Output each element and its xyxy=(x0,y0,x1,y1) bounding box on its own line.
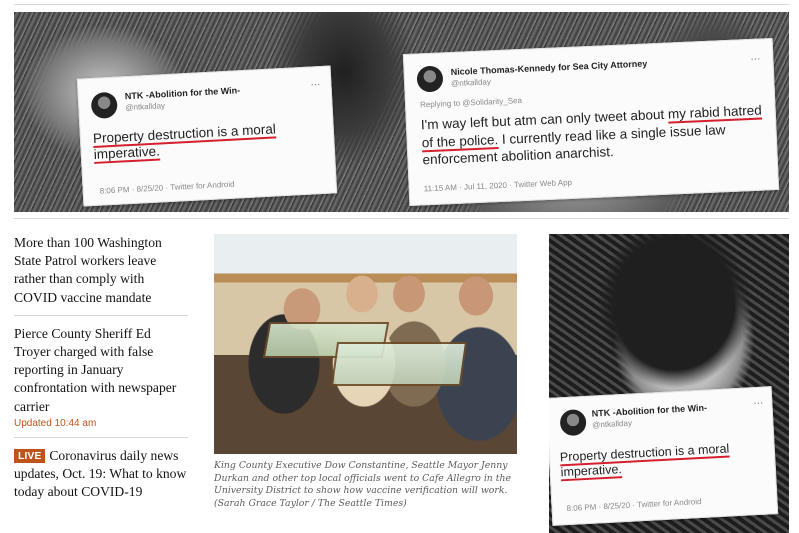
tweet-underlined-text: Property destruction is a moral imperati… xyxy=(559,441,730,480)
headline-link-wsp[interactable]: More than 100 Washington State Patrol wo… xyxy=(14,234,188,307)
portrait-collage-image[interactable]: NTK -Abolition for the Win- @ntkallday ·… xyxy=(549,234,789,533)
headline-divider xyxy=(14,436,188,438)
live-badge: LIVE xyxy=(14,448,46,463)
hero-divider xyxy=(14,218,789,219)
headline-link-covid-live[interactable]: LIVE Coronavirus daily news updates, Oct.… xyxy=(14,447,188,502)
tweet-author-handle: @ntkallday xyxy=(125,101,166,113)
tweet-author-handle: @ntkallday xyxy=(592,418,633,430)
tweet-underlined-text: Property destruction is a moral imperati… xyxy=(92,121,277,163)
avatar xyxy=(416,65,444,93)
tweet-body: Property destruction is a moral imperati… xyxy=(93,119,324,163)
tweet-author-name: NTK -Abolition for the Win- xyxy=(124,85,241,102)
cafe-photo[interactable] xyxy=(214,234,517,454)
tweet-body: I'm way left but atm can only tweet abou… xyxy=(421,101,768,169)
tweet-card-right: Nicole Thomas-Kennedy for Sea City Attor… xyxy=(402,38,780,206)
headline-divider xyxy=(14,314,188,316)
more-dots-icon: ··· xyxy=(750,53,761,65)
tweet-meta: 11:15 AM · Jul 11, 2020 · Twitter Web Ap… xyxy=(423,177,573,194)
tweet-card-left: NTK -Abolition for the Win- @ntkallday ·… xyxy=(76,65,338,207)
tweet-body: Property destruction is a moral imperati… xyxy=(560,439,771,480)
tweet-card-portrait: NTK -Abolition for the Win- @ntkallday ·… xyxy=(549,386,779,526)
avatar xyxy=(559,408,587,437)
more-dots-icon: ··· xyxy=(753,397,764,410)
tweet-author-name: Nicole Thomas-Kennedy for Sea City Attor… xyxy=(450,58,648,78)
tweet-meta: 8:06 PM · 8/25/20 · Twitter for Android xyxy=(566,497,702,514)
hero-collage-image[interactable]: NTK -Abolition for the Win- @ntkallday ·… xyxy=(14,12,789,212)
photo-table xyxy=(330,342,468,386)
tweet-replying-to: Replying to @Solidarity_Sea xyxy=(419,95,523,110)
updated-timestamp: Updated 10:44 am xyxy=(14,417,97,429)
tweet-author-handle: @ntkallday xyxy=(450,77,492,89)
more-dots-icon: ··· xyxy=(310,78,321,91)
tweet-meta: 8:06 PM · 8/25/20 · Twitter for Android xyxy=(99,179,235,196)
headline-list: More than 100 Washington State Patrol wo… xyxy=(14,234,188,501)
headline-link-troyer[interactable]: Pierce County Sheriff Ed Troyer charged … xyxy=(14,325,188,416)
avatar xyxy=(90,91,118,119)
photo-caption: King County Executive Dow Constantine, S… xyxy=(214,460,511,509)
tweet-author-name: NTK -Abolition for the Win- xyxy=(591,402,708,419)
top-divider xyxy=(14,4,789,5)
